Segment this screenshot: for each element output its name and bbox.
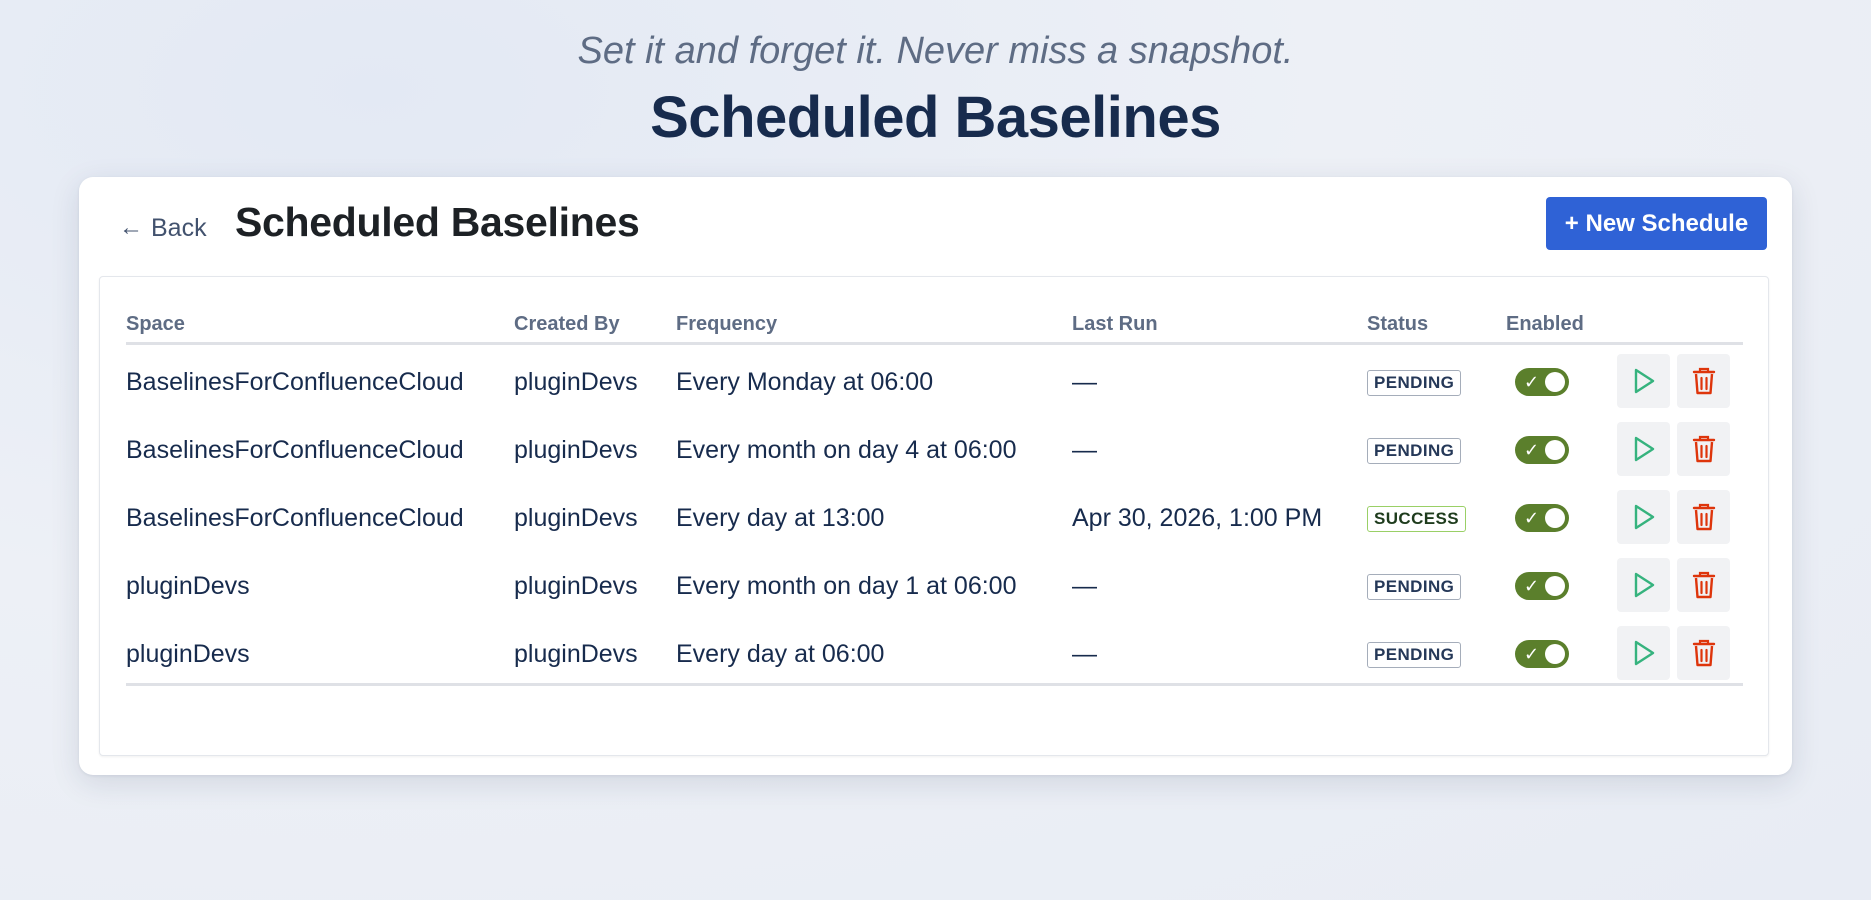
toggle-knob (1545, 372, 1565, 392)
enabled-toggle[interactable]: ✓ (1515, 504, 1569, 532)
cell-last-run: — (1072, 572, 1097, 600)
check-icon: ✓ (1524, 508, 1540, 528)
check-icon: ✓ (1524, 440, 1540, 460)
table-bottom-border (126, 683, 1743, 686)
cell-frequency: Every Monday at 06:00 (676, 368, 934, 396)
status-badge: PENDING (1367, 438, 1462, 464)
toggle-knob (1545, 440, 1565, 460)
schedules-card: ← Back Scheduled Baselines + New Schedul… (79, 177, 1792, 775)
play-icon-svg (1634, 572, 1654, 598)
enabled-toggle[interactable]: ✓ (1515, 572, 1569, 600)
play-icon-svg (1634, 436, 1654, 462)
back-link[interactable]: ← Back (119, 208, 207, 248)
cell-space: BaselinesForConfluenceCloud (126, 504, 464, 532)
trash-icon (1692, 502, 1716, 532)
column-header-frequency: Frequency (676, 313, 778, 335)
schedules-table: Space Created By Frequency Last Run Stat… (99, 276, 1769, 756)
delete-button[interactable] (1677, 490, 1730, 544)
table-row: BaselinesForConfluenceCloud pluginDevs Eve… (126, 484, 1743, 552)
cell-frequency: Every month on day 4 at 06:00 (676, 436, 1017, 464)
delete-button[interactable] (1677, 354, 1730, 408)
status-badge: PENDING (1367, 642, 1462, 668)
status-badge: SUCCESS (1367, 506, 1466, 532)
play-icon (1631, 435, 1657, 463)
enabled-toggle[interactable]: ✓ (1515, 436, 1569, 464)
play-icon-svg (1634, 368, 1654, 394)
trash-icon (1692, 570, 1716, 600)
toggle-knob (1545, 508, 1565, 528)
cell-created-by: pluginDevs (514, 504, 638, 532)
enabled-toggle[interactable]: ✓ (1515, 640, 1569, 668)
trash-icon (1692, 434, 1716, 464)
delete-button[interactable] (1677, 626, 1730, 680)
enabled-toggle[interactable]: ✓ (1515, 368, 1569, 396)
cell-created-by: pluginDevs (514, 368, 638, 396)
play-icon (1631, 571, 1657, 599)
column-header-enabled: Enabled (1506, 313, 1584, 335)
delete-button[interactable] (1677, 558, 1730, 612)
play-icon (1631, 367, 1657, 395)
delete-button[interactable] (1677, 422, 1730, 476)
cell-created-by: pluginDevs (514, 640, 638, 668)
check-icon: ✓ (1524, 372, 1540, 392)
table-row: BaselinesForConfluenceCloud pluginDevs Eve… (126, 348, 1743, 416)
column-header-space: Space (126, 313, 185, 335)
play-icon-svg (1634, 640, 1654, 666)
cell-frequency: Every month on day 1 at 06:00 (676, 572, 1017, 600)
table-header: Space Created By Frequency Last Run Stat… (126, 277, 1743, 345)
table-row: pluginDevs pluginDevs Every month on day 1… (126, 552, 1743, 620)
cell-space: BaselinesForConfluenceCloud (126, 436, 464, 464)
run-now-button[interactable] (1617, 626, 1670, 680)
cell-created-by: pluginDevs (514, 436, 638, 464)
back-label: Back (151, 213, 207, 242)
status-badge: PENDING (1367, 574, 1462, 600)
table-row: pluginDevs pluginDevs Every day at 06:00 — P… (126, 620, 1743, 688)
status-badge: PENDING (1367, 370, 1462, 396)
play-icon (1631, 639, 1657, 667)
table-row: BaselinesForConfluenceCloud pluginDevs Eve… (126, 416, 1743, 484)
play-icon (1631, 503, 1657, 531)
cell-space: pluginDevs (126, 572, 250, 600)
run-now-button[interactable] (1617, 490, 1670, 544)
column-header-last-run: Last Run (1072, 313, 1158, 335)
run-now-button[interactable] (1617, 422, 1670, 476)
new-schedule-button[interactable]: + New Schedule (1546, 197, 1767, 250)
play-icon-svg (1634, 504, 1654, 530)
hero-tagline: Set it and forget it. Never miss a snaps… (577, 30, 1294, 72)
toggle-knob (1545, 576, 1565, 596)
toggle-knob (1545, 644, 1565, 664)
check-icon: ✓ (1524, 644, 1540, 664)
arrow-left-icon: ← (119, 214, 143, 241)
trash-icon (1692, 366, 1716, 396)
cell-created-by: pluginDevs (514, 572, 638, 600)
cell-last-run: — (1072, 436, 1097, 464)
cell-frequency: Every day at 13:00 (676, 504, 885, 532)
trash-icon (1692, 638, 1716, 668)
column-header-created-by: Created By (514, 313, 620, 335)
run-now-button[interactable] (1617, 354, 1670, 408)
cell-frequency: Every day at 06:00 (676, 640, 885, 668)
cell-last-run: — (1072, 640, 1097, 668)
cell-last-run: Apr 30, 2026, 1:00 PM (1072, 504, 1323, 532)
hero-title: Scheduled Baselines (650, 85, 1221, 150)
column-header-status: Status (1367, 313, 1429, 335)
cell-space: pluginDevs (126, 640, 250, 668)
check-icon: ✓ (1524, 576, 1540, 596)
cell-space: BaselinesForConfluenceCloud (126, 368, 464, 396)
page-title: Scheduled Baselines (235, 199, 640, 245)
cell-last-run: — (1072, 368, 1097, 396)
run-now-button[interactable] (1617, 558, 1670, 612)
